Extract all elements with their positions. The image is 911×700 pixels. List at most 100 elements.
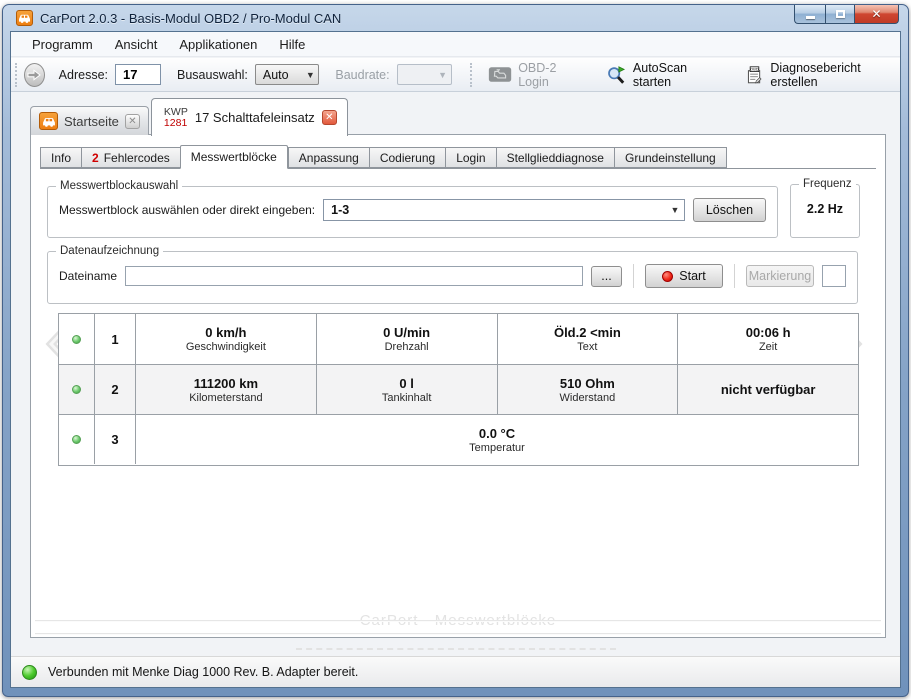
measurement-cell: 0 km/hGeschwindigkeit <box>135 314 316 364</box>
measuring-blocks-table: 10 km/hGeschwindigkeit0 U/minDrehzahlÖld… <box>58 313 859 466</box>
subtab-info[interactable]: Info <box>40 147 81 168</box>
svg-text:OBD: OBD <box>751 66 760 71</box>
busauswahl-value: Auto <box>263 68 289 82</box>
row-status-cell <box>59 364 94 414</box>
fehlercodes-count: 2 <box>92 151 99 165</box>
row-number-cell: 1 <box>94 314 135 364</box>
busauswahl-select[interactable]: Auto ▼ <box>255 64 319 85</box>
subtab-codierung[interactable]: Codierung <box>369 147 445 168</box>
block-select-value: 1-3 <box>324 203 349 217</box>
obd2-login-label: OBD-2 Login <box>518 61 580 89</box>
menu-item-programm[interactable]: Programm <box>21 34 104 55</box>
maximize-icon <box>836 10 845 18</box>
loeschen-button[interactable]: Löschen <box>693 198 766 222</box>
datenaufzeichnung-group: Datenaufzeichnung Dateiname ... Start Ma… <box>47 245 858 304</box>
obd2-login-button: OBD-2 Login <box>480 58 588 92</box>
subtab-grundeinstellung[interactable]: Grundeinstellung <box>614 147 727 168</box>
measurement-cell: 0.0 °CTemperatur <box>135 414 858 464</box>
tab-schalttafeleinsatz[interactable]: KWP 1281 17 Schalttafeleinsatz ✕ <box>151 98 348 136</box>
measurement-cell: 00:06 hZeit <box>677 314 858 364</box>
close-button[interactable]: ✕ <box>854 5 899 24</box>
etched-line <box>35 620 881 622</box>
frequenz-legend: Frequenz <box>799 178 856 190</box>
chevron-down-icon: ▼ <box>435 70 451 80</box>
measurement-value: Öld.2 <min <box>554 325 621 340</box>
subtab-anpassung[interactable]: Anpassung <box>288 147 369 168</box>
subtab-login[interactable]: Login <box>445 147 495 168</box>
start-button[interactable]: Start <box>645 264 723 288</box>
titlebar: CarPort 2.0.3 - Basis-Modul OBD2 / Pro-M… <box>3 5 908 31</box>
row-status-cell <box>59 314 94 364</box>
chevron-down-icon: ▼ <box>666 205 684 215</box>
messwertblockauswahl-group: Messwertblockauswahl Messwertblock auswä… <box>47 180 778 238</box>
subtab-messwertblöcke[interactable]: Messwertblöcke <box>180 145 288 169</box>
row-number-cell: 3 <box>94 414 135 464</box>
diagnose-report-button[interactable]: OBD Diagnosebericht erstellen <box>737 58 900 92</box>
toolbar-grip <box>15 63 20 87</box>
separator <box>734 264 735 288</box>
measurement-value: 0 l <box>399 376 413 391</box>
measurement-cell: 111200 kmKilometerstand <box>135 364 316 414</box>
baudrate-label: Baudrate: <box>335 68 389 82</box>
dateiname-label: Dateiname <box>59 269 117 283</box>
subtab-fehlercodes[interactable]: 2Fehlercodes <box>81 147 180 168</box>
maximize-button[interactable] <box>825 5 854 24</box>
measurement-value: 111200 km <box>194 376 258 391</box>
toolbar: Adresse: Busauswahl: Auto ▼ Baudrate: ▼ … <box>11 58 900 92</box>
autoscan-label: AutoScan starten <box>633 61 716 89</box>
adresse-input[interactable] <box>115 64 161 85</box>
markierung-button: Markierung <box>746 265 814 287</box>
right-arrow-icon <box>27 69 41 81</box>
messwertblockauswahl-legend: Messwertblockauswahl <box>56 180 182 192</box>
measurement-value: 0 km/h <box>205 325 246 340</box>
minimize-button[interactable] <box>794 5 825 24</box>
menu-item-applikationen[interactable]: Applikationen <box>168 34 268 55</box>
protocol-badge: KWP 1281 <box>164 107 188 129</box>
app-car-icon <box>16 10 33 26</box>
subtab-stellglieddiagnose[interactable]: Stellglieddiagnose <box>496 147 614 168</box>
measurement-cell: Öld.2 <minText <box>497 314 678 364</box>
row-number: 3 <box>111 432 118 447</box>
dateiname-input[interactable] <box>125 266 583 286</box>
minimize-icon <box>806 16 815 19</box>
measurement-label: Widerstand <box>560 392 616 404</box>
client-area: ProgrammAnsichtApplikationenHilfe Adress… <box>10 31 901 688</box>
block-select-combo[interactable]: 1-3 ▼ <box>323 199 685 221</box>
window-title: CarPort 2.0.3 - Basis-Modul OBD2 / Pro-M… <box>40 11 341 26</box>
subtab-label: Stellglieddiagnose <box>507 151 604 165</box>
subtab-label: Info <box>51 151 71 165</box>
measurement-label: Geschwindigkeit <box>186 341 266 353</box>
tab-startseite[interactable]: Startseite ✕ <box>30 106 149 135</box>
autoscan-magnifier-icon <box>606 64 627 86</box>
browse-button[interactable]: ... <box>591 266 622 287</box>
measurement-cell: 0 U/minDrehzahl <box>316 314 497 364</box>
subtab-label: Codierung <box>380 151 435 165</box>
window-controls: ✕ <box>794 5 899 24</box>
measurement-value: 0.0 °C <box>479 426 515 441</box>
menu-item-ansicht[interactable]: Ansicht <box>104 34 169 55</box>
menubar: ProgrammAnsichtApplikationenHilfe <box>11 32 900 57</box>
tab-schalttafeleinsatz-close-icon[interactable]: ✕ <box>322 110 337 125</box>
markierung-input[interactable] <box>822 265 846 287</box>
adresse-label: Adresse: <box>59 68 108 82</box>
messwertbloecke-panel: Info 2FehlercodesMesswertblöckeAnpassung C… <box>30 134 886 638</box>
protocol-code: 1281 <box>164 118 188 129</box>
browse-label: ... <box>601 269 611 283</box>
connection-status-led-icon <box>22 665 37 680</box>
start-label: Start <box>679 269 705 283</box>
document-tabstrip: Startseite ✕ KWP 1281 17 Schalttafeleins… <box>30 94 348 135</box>
close-icon: ✕ <box>871 7 881 21</box>
menu-item-hilfe[interactable]: Hilfe <box>268 34 316 55</box>
connect-arrow-button[interactable] <box>24 63 45 87</box>
row-number: 2 <box>111 382 118 397</box>
tab-startseite-label: Startseite <box>64 114 119 129</box>
tab-startseite-close-icon[interactable]: ✕ <box>125 114 140 129</box>
green-status-led-icon <box>72 435 81 444</box>
measurement-label: Kilometerstand <box>189 392 262 404</box>
etched-line <box>35 633 881 635</box>
measurement-cell: 510 OhmWiderstand <box>497 364 678 414</box>
engine-icon <box>488 65 512 84</box>
measurement-value: 510 Ohm <box>560 376 615 391</box>
toolbar-grip <box>470 63 475 87</box>
autoscan-button[interactable]: AutoScan starten <box>598 58 723 92</box>
